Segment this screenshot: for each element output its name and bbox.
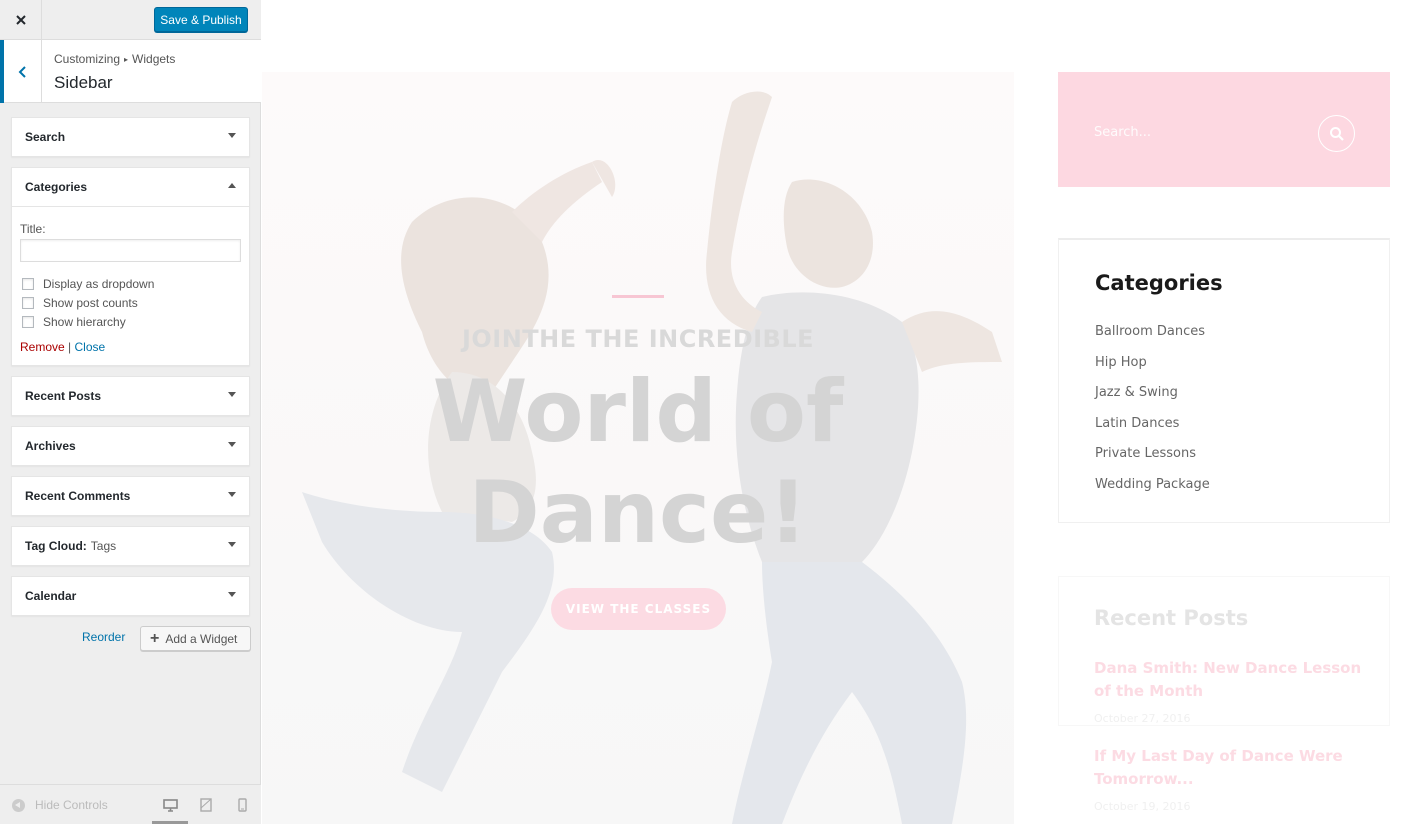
reorder-link[interactable]: Reorder (82, 630, 125, 644)
site-preview: JOINTHE THE INCREDIBLE World of Dance! V… (262, 0, 1411, 824)
categories-widget-form: Title: Display as dropdown Show post cou… (12, 206, 249, 364)
save-publish-button[interactable]: Save & Publish (154, 7, 248, 32)
preview-tablet-button[interactable] (195, 794, 217, 816)
search-button[interactable] (1318, 115, 1355, 152)
view-classes-button[interactable]: VIEW THE CLASSES (551, 588, 726, 630)
widget-title: Recent Comments (25, 489, 131, 503)
categories-widget: Categories Ballroom Dances Hip Hop Jazz … (1058, 238, 1390, 523)
tablet-icon (200, 798, 212, 812)
category-link[interactable]: Wedding Package (1095, 477, 1210, 492)
hide-controls-label: Hide Controls (35, 798, 108, 812)
plus-icon: + (150, 629, 160, 647)
widget-calendar: Calendar (11, 576, 250, 616)
section-title: Sidebar (54, 73, 113, 92)
hero-title-line: Dance! (468, 463, 808, 563)
close-customizer-button[interactable] (0, 0, 42, 40)
checkbox-label: Display as dropdown (43, 276, 155, 291)
widget-subtitle: Tags (90, 539, 117, 553)
arrow-down-icon (228, 542, 236, 547)
customizer-screen: Save & Publish Customizing ▸ Widgets Sideb… (0, 0, 1411, 824)
breadcrumb: Customizing ▸ Widgets (54, 52, 175, 66)
checkbox-label: Show hierarchy (43, 314, 126, 329)
arrow-up-icon (228, 183, 236, 188)
back-button[interactable] (0, 40, 42, 103)
close-icon (15, 15, 26, 25)
search-input[interactable]: Search... (1094, 125, 1151, 140)
option-show-hierarchy: Show hierarchy (20, 312, 241, 331)
category-link[interactable]: Jazz & Swing (1095, 385, 1178, 400)
hero-title: World of Dance! (262, 362, 1014, 564)
preview-mobile-button[interactable] (231, 794, 253, 816)
recent-post-date: October 19, 2016 (1094, 800, 1191, 813)
arrow-down-icon (228, 392, 236, 397)
option-show-post-counts: Show post counts (20, 293, 241, 312)
customizer-panel: Save & Publish Customizing ▸ Widgets Sideb… (0, 0, 261, 824)
hero-subtitle: JOINTHE THE INCREDIBLE (461, 325, 815, 353)
widget-toggle-archives[interactable]: Archives (12, 427, 249, 465)
widget-toggle-calendar[interactable]: Calendar (12, 577, 249, 615)
category-link[interactable]: Ballroom Dances (1095, 324, 1205, 339)
category-link[interactable]: Private Lessons (1095, 446, 1196, 461)
chevron-left-icon (18, 65, 26, 78)
widget-recent-posts: Recent Posts (11, 376, 250, 416)
widget-toggle-tag-cloud[interactable]: Tag Cloud: Tags (12, 527, 249, 565)
hierarchy-checkbox[interactable] (22, 315, 34, 328)
category-link[interactable]: Latin Dances (1095, 416, 1179, 431)
widget-toggle-recent-posts[interactable]: Recent Posts (12, 377, 249, 415)
arrow-down-icon (228, 133, 236, 138)
hero-accent-line (612, 295, 664, 298)
widget-title: Search (25, 130, 66, 144)
recent-post-date: October 27, 2016 (1094, 712, 1191, 725)
recent-post-link[interactable]: Dana Smith: New Dance Lesson of the Mont… (1094, 657, 1364, 703)
dropdown-checkbox[interactable] (22, 277, 34, 290)
arrow-down-icon (228, 442, 236, 447)
widget-toggle-categories[interactable]: Categories (12, 168, 249, 206)
breadcrumb-item: Customizing (54, 52, 121, 66)
remove-link[interactable]: Remove (20, 340, 65, 354)
hide-controls-button[interactable]: Hide Controls (12, 798, 108, 812)
section-header: Customizing ▸ Widgets Sidebar (0, 40, 261, 103)
widget-title: Recent Posts (25, 389, 102, 403)
categories-title: Categories (1095, 271, 1223, 295)
search-widget: Search... (1058, 72, 1390, 187)
checkbox-label: Show post counts (43, 295, 138, 310)
breadcrumb-item: Widgets (132, 52, 176, 66)
hero-title-line: World of (432, 362, 844, 462)
widget-archives: Archives (11, 426, 250, 466)
breadcrumb-separator: ▸ (124, 55, 129, 64)
mobile-icon (237, 798, 247, 812)
add-widget-button[interactable]: + Add a Widget (140, 626, 251, 651)
add-widget-label: Add a Widget (165, 631, 238, 646)
preview-desktop-button[interactable] (159, 794, 181, 816)
widget-title: Categories (25, 180, 88, 194)
arrow-down-icon (228, 492, 236, 497)
title-input[interactable] (20, 239, 241, 262)
recent-posts-title: Recent Posts (1094, 606, 1249, 630)
widget-title: Tag Cloud: (25, 539, 87, 553)
post-counts-checkbox[interactable] (22, 296, 34, 309)
widget-search: Search (11, 117, 250, 157)
customizer-header: Save & Publish (0, 0, 261, 40)
widget-title: Archives (25, 439, 76, 453)
widget-toggle-search[interactable]: Search (12, 118, 249, 156)
customizer-footer: Hide Controls (0, 784, 261, 824)
category-link[interactable]: Hip Hop (1095, 355, 1147, 370)
hero-banner: JOINTHE THE INCREDIBLE World of Dance! V… (262, 72, 1014, 824)
widget-title: Calendar (25, 589, 77, 603)
title-label: Title: (20, 222, 46, 236)
desktop-icon (162, 798, 178, 812)
recent-posts-widget (1058, 576, 1390, 726)
widget-categories: Categories Title: Display as dropdown Sh… (11, 167, 250, 366)
option-display-dropdown: Display as dropdown (20, 274, 241, 293)
search-icon (1329, 126, 1344, 141)
widget-recent-comments: Recent Comments (11, 476, 250, 516)
recent-post-link[interactable]: If My Last Day of Dance Were Tomorrow... (1094, 745, 1364, 791)
arrow-down-icon (228, 592, 236, 597)
close-link[interactable]: Close (75, 340, 106, 354)
widget-actions: Remove | Close (20, 340, 241, 354)
collapse-icon (12, 798, 25, 812)
actions-divider: | (68, 340, 72, 354)
widget-toggle-recent-comments[interactable]: Recent Comments (12, 477, 249, 515)
widget-tag-cloud: Tag Cloud: Tags (11, 526, 250, 566)
